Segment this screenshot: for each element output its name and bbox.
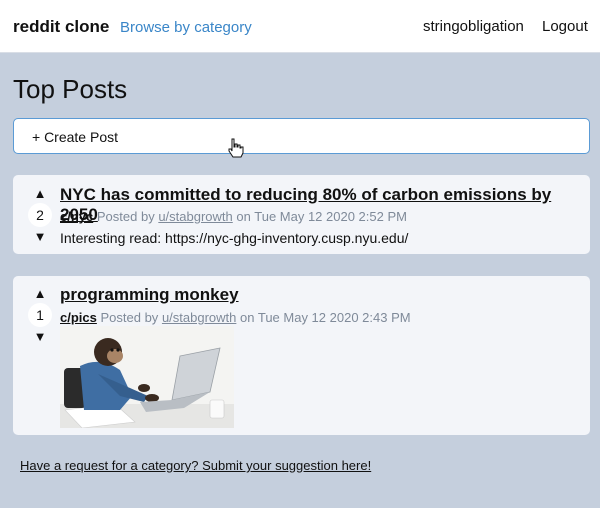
- post-body: Interesting read: https://nyc-ghg-invent…: [60, 230, 409, 246]
- monkey-at-laptop-photo-icon: [60, 326, 234, 428]
- post-image[interactable]: [60, 326, 234, 428]
- downvote-icon[interactable]: ▼: [27, 330, 53, 343]
- upvote-icon[interactable]: ▲: [27, 187, 53, 200]
- vote-count: 2: [28, 203, 52, 227]
- vote-widget: ▲ 1 ▼: [27, 287, 53, 343]
- post-meta: c/pics Posted by u/stabgrowth on Tue May…: [60, 310, 411, 325]
- post-card: ▲ 2 ▼ NYC has committed to reducing 80% …: [13, 175, 590, 254]
- category-link[interactable]: c/pics: [60, 310, 97, 325]
- vote-count: 1: [28, 303, 52, 327]
- author-link[interactable]: u/stabgrowth: [158, 209, 232, 224]
- hand-pointer-cursor-icon: [228, 138, 244, 158]
- category-link[interactable]: c/nyc: [60, 209, 93, 224]
- suggest-category-link[interactable]: Have a request for a category? Submit yo…: [20, 458, 371, 473]
- date-prefix: on: [240, 310, 255, 325]
- post-date: Tue May 12 2020 2:43 PM: [257, 310, 411, 325]
- browse-by-category-link[interactable]: Browse by category: [120, 19, 252, 36]
- navbar: reddit clone Browse by category stringob…: [0, 0, 600, 53]
- vote-widget: ▲ 2 ▼: [27, 187, 53, 243]
- upvote-icon[interactable]: ▲: [27, 287, 53, 300]
- page-title: Top Posts: [13, 74, 128, 104]
- posted-by-label: Posted by: [100, 310, 159, 325]
- create-post-button[interactable]: + Create Post: [13, 118, 590, 154]
- post-date: Tue May 12 2020 2:52 PM: [254, 209, 407, 224]
- posted-by-label: Posted by: [96, 209, 155, 224]
- logout-button[interactable]: Logout: [542, 18, 588, 35]
- post-card: ▲ 1 ▼ programming monkey c/pics Posted b…: [13, 276, 590, 435]
- username-link[interactable]: stringobligation: [423, 18, 524, 35]
- post-meta: c/nyc Posted by u/stabgrowth on Tue May …: [60, 209, 407, 224]
- author-link[interactable]: u/stabgrowth: [162, 310, 236, 325]
- date-prefix: on: [236, 209, 251, 224]
- post-title-link[interactable]: programming monkey: [60, 285, 239, 305]
- brand-logo[interactable]: reddit clone: [13, 17, 109, 37]
- downvote-icon[interactable]: ▼: [27, 230, 53, 243]
